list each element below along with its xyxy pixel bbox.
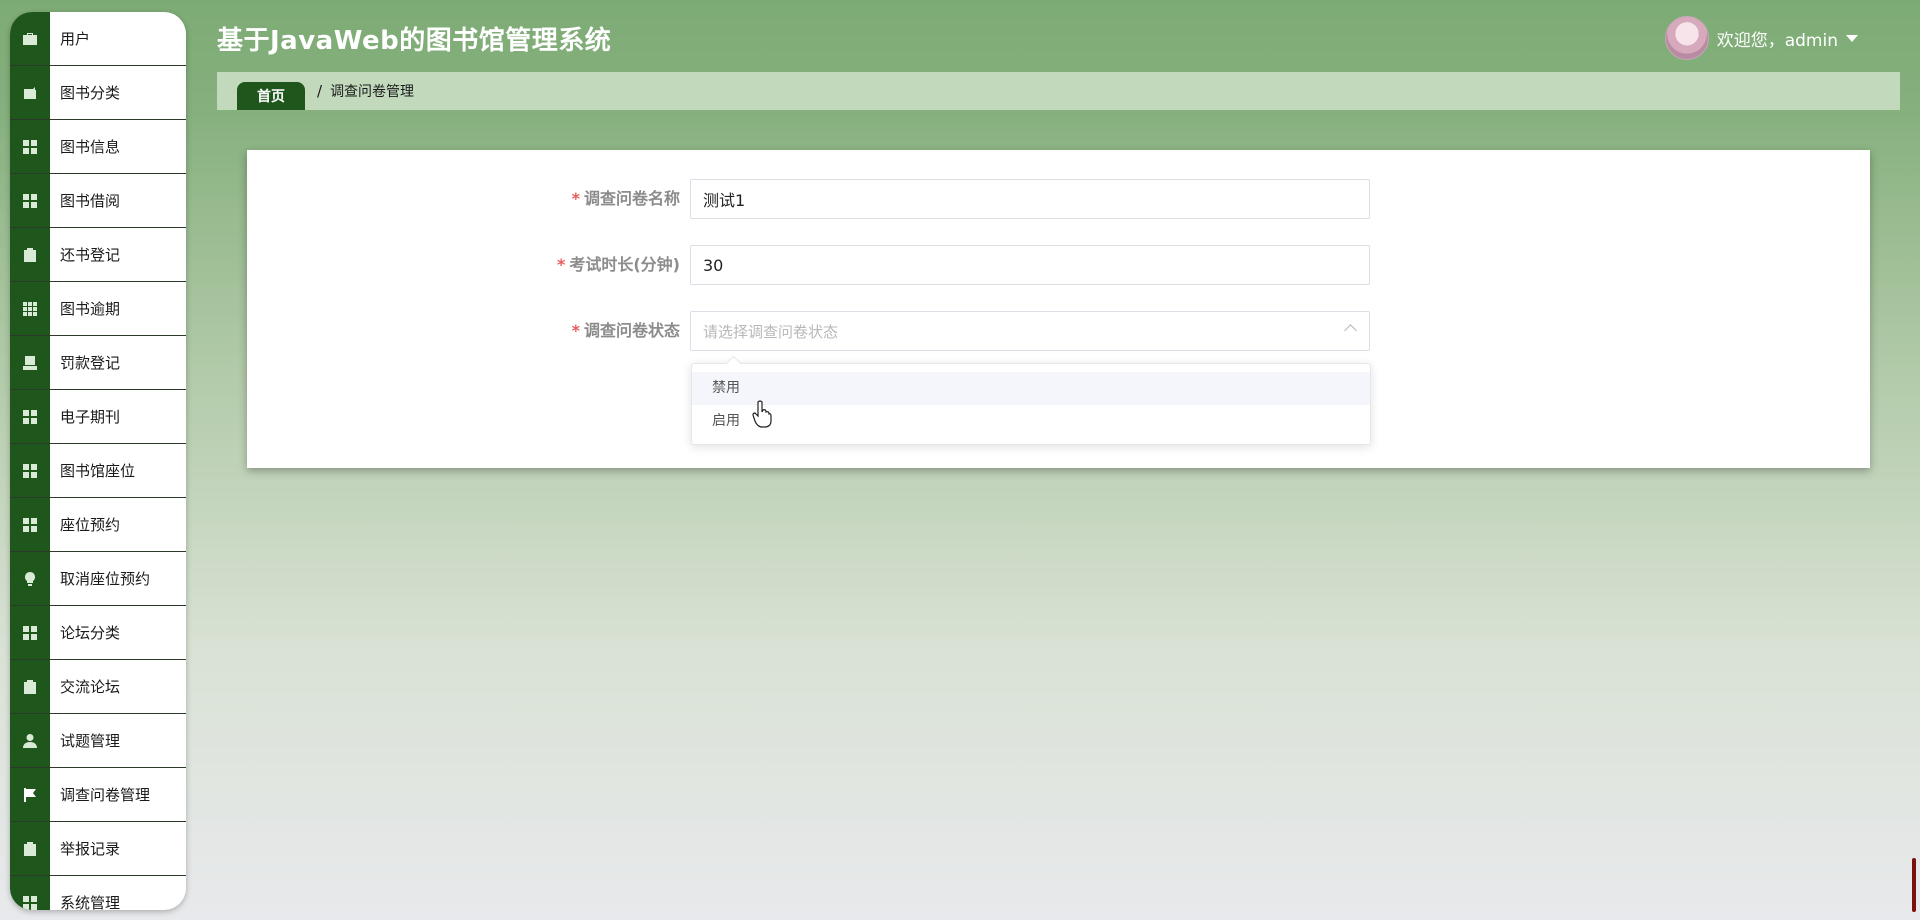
breadcrumb: 首页 / 调查问卷管理 bbox=[217, 72, 1900, 110]
grid-icon bbox=[10, 606, 50, 659]
option-enabled[interactable]: 启用 bbox=[692, 405, 1370, 438]
sidebar-item-4[interactable]: 还书登记 bbox=[10, 228, 186, 282]
option-disabled[interactable]: 禁用 bbox=[692, 372, 1370, 405]
sidebar-item-16[interactable]: 系统管理 bbox=[10, 876, 186, 910]
sidebar-item-1[interactable]: 图书分类 bbox=[10, 66, 186, 120]
name-label: * 调查问卷名称 bbox=[571, 189, 680, 208]
survey-name-input[interactable] bbox=[690, 179, 1370, 219]
grid-icon bbox=[10, 174, 50, 227]
welcome-text: 欢迎您，admin bbox=[1716, 30, 1838, 51]
status-placeholder: 请选择调查问卷状态 bbox=[703, 322, 839, 341]
grid-icon bbox=[10, 444, 50, 497]
clipboard-check-icon bbox=[10, 822, 50, 875]
sidebar-item-label: 图书馆座位 bbox=[60, 462, 136, 480]
sidebar-item-label: 还书登记 bbox=[60, 246, 121, 264]
sidebar-item-label: 图书逾期 bbox=[60, 300, 121, 318]
sidebar-item-label: 论坛分类 bbox=[60, 624, 121, 642]
sidebar-item-label: 交流论坛 bbox=[60, 678, 121, 696]
sidebar-item-6[interactable]: 罚款登记 bbox=[10, 336, 186, 390]
flag-icon bbox=[10, 768, 50, 821]
required-mark: * bbox=[571, 321, 580, 340]
caret-down-icon[interactable] bbox=[1846, 34, 1858, 42]
grid-icon bbox=[10, 876, 50, 910]
sidebar-item-10[interactable]: 取消座位预约 bbox=[10, 552, 186, 606]
sidebar-item-label: 调查问卷管理 bbox=[60, 786, 151, 804]
grid-icon bbox=[10, 498, 50, 551]
chevron-up-icon[interactable] bbox=[1344, 324, 1357, 337]
breadcrumb-separator: / bbox=[317, 82, 323, 100]
sidebar-item-2[interactable]: 图书信息 bbox=[10, 120, 186, 174]
user-menu[interactable]: 欢迎您，admin bbox=[1664, 16, 1858, 60]
scrollbar-thumb[interactable] bbox=[1912, 858, 1916, 912]
required-mark: * bbox=[556, 255, 566, 274]
sidebar-nav: 用户图书分类图书信息图书借阅还书登记图书逾期罚款登记电子期刊图书馆座位座位预约取… bbox=[10, 12, 186, 910]
sidebar-item-12[interactable]: 交流论坛 bbox=[10, 660, 186, 714]
sidebar-item-9[interactable]: 座位预约 bbox=[10, 498, 186, 552]
person-icon bbox=[10, 714, 50, 767]
grid-dense-icon bbox=[10, 282, 50, 335]
wallet-icon bbox=[10, 66, 50, 119]
form-row-name: * 调查问卷名称 bbox=[247, 179, 1870, 219]
sidebar-item-15[interactable]: 举报记录 bbox=[10, 822, 186, 876]
form-row-status: * 调查问卷状态 请选择调查问卷状态 bbox=[247, 311, 1870, 351]
sidebar: 用户图书分类图书信息图书借阅还书登记图书逾期罚款登记电子期刊图书馆座位座位预约取… bbox=[10, 12, 186, 910]
sidebar-item-11[interactable]: 论坛分类 bbox=[10, 606, 186, 660]
sidebar-item-label: 用户 bbox=[60, 30, 91, 48]
lightbulb-icon bbox=[10, 552, 50, 605]
sidebar-item-label: 图书分类 bbox=[60, 84, 121, 102]
breadcrumb-current: 调查问卷管理 bbox=[330, 84, 415, 100]
sidebar-item-label: 举报记录 bbox=[60, 840, 121, 858]
status-label: * 调查问卷状态 bbox=[571, 321, 680, 340]
sidebar-item-label: 试题管理 bbox=[60, 732, 121, 750]
tray-icon bbox=[10, 336, 50, 389]
sidebar-item-13[interactable]: 试题管理 bbox=[10, 714, 186, 768]
sidebar-item-0[interactable]: 用户 bbox=[10, 12, 186, 66]
duration-input[interactable] bbox=[690, 245, 1370, 285]
status-select[interactable]: 请选择调查问卷状态 bbox=[690, 311, 1370, 351]
sidebar-item-label: 罚款登记 bbox=[60, 354, 121, 372]
clipboard-icon bbox=[10, 228, 50, 281]
sidebar-item-label: 座位预约 bbox=[60, 516, 121, 534]
sidebar-item-label: 图书信息 bbox=[60, 138, 121, 156]
hand-cursor-icon bbox=[752, 400, 772, 428]
grid-icon bbox=[10, 120, 50, 173]
sidebar-item-label: 图书借阅 bbox=[60, 192, 121, 210]
sidebar-item-3[interactable]: 图书借阅 bbox=[10, 174, 186, 228]
duration-label: * 考试时长(分钟) bbox=[556, 255, 680, 274]
sidebar-item-14[interactable]: 调查问卷管理 bbox=[10, 768, 186, 822]
status-dropdown: 禁用 启用 bbox=[691, 355, 1371, 445]
avatar[interactable] bbox=[1664, 16, 1709, 60]
sidebar-item-label: 电子期刊 bbox=[60, 408, 121, 426]
briefcase-icon bbox=[10, 12, 50, 65]
grid-icon bbox=[10, 390, 50, 443]
form-row-duration: * 考试时长(分钟) bbox=[247, 245, 1870, 285]
sidebar-item-5[interactable]: 图书逾期 bbox=[10, 282, 186, 336]
required-mark: * bbox=[571, 189, 580, 208]
breadcrumb-home[interactable]: 首页 bbox=[237, 82, 305, 110]
sidebar-item-label: 系统管理 bbox=[60, 894, 121, 910]
sidebar-item-label: 取消座位预约 bbox=[60, 570, 151, 588]
clipboard-x-icon bbox=[10, 660, 50, 713]
app-title: 基于JavaWeb的图书馆管理系统 bbox=[217, 26, 612, 56]
sidebar-item-7[interactable]: 电子期刊 bbox=[10, 390, 186, 444]
sidebar-item-8[interactable]: 图书馆座位 bbox=[10, 444, 186, 498]
